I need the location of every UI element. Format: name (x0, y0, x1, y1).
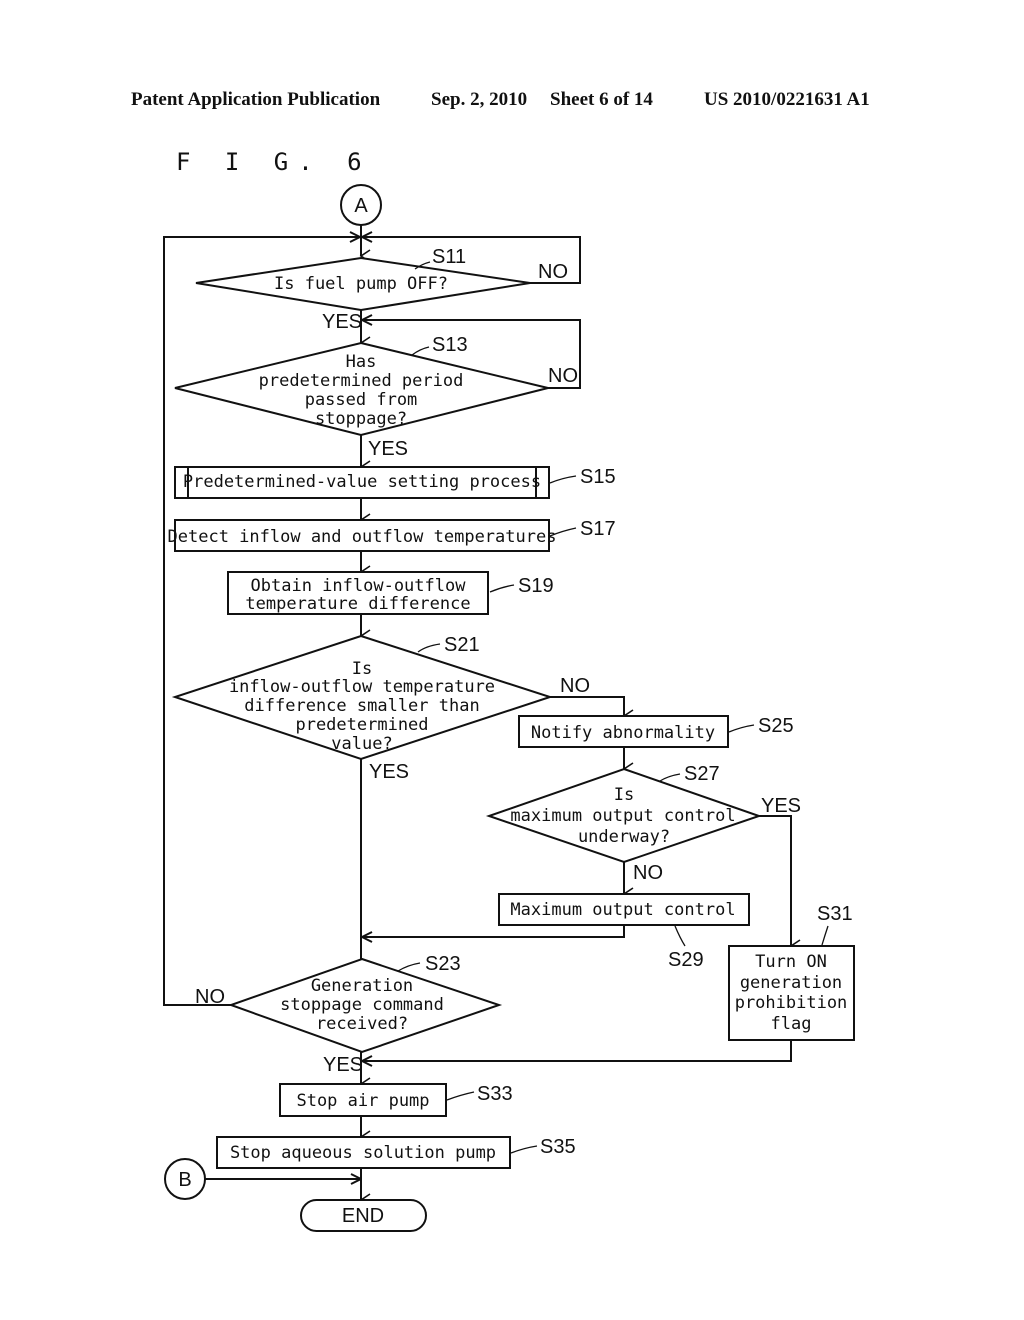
s29-id: S29 (668, 949, 704, 971)
s25-id: S25 (758, 715, 794, 737)
s19-text-line: temperature difference (245, 594, 470, 614)
s21-text-line: inflow-outflow temperature (229, 677, 495, 697)
s13-text-line: passed from (305, 390, 418, 410)
step-s23-decision: Generation stoppage command received? S2… (228, 953, 503, 1054)
s21-text-line: difference smaller than (244, 696, 479, 716)
step-s15-subprocess: Predetermined-value setting process S15 (174, 466, 616, 499)
s31-leader (821, 925, 829, 946)
s27-leader (659, 773, 681, 782)
s11-yes-label: YES (322, 311, 362, 333)
s27-no-label: NO (633, 862, 663, 884)
s19-id: S19 (518, 575, 554, 597)
s23-id: S23 (425, 953, 461, 975)
s33-id: S33 (477, 1083, 513, 1105)
s11-no-label: NO (538, 261, 568, 283)
s29-leader (674, 925, 686, 947)
s23-text-line: stoppage command (280, 995, 444, 1015)
s13-text-line: stoppage? (315, 409, 407, 429)
s11-id: S11 (432, 246, 466, 268)
step-s25-process: Notify abnormality S25 (518, 715, 794, 748)
s33-leader (446, 1091, 475, 1101)
step-s11-decision: Is fuel pump OFF? S11 (195, 246, 531, 312)
s21-leader (417, 643, 441, 653)
arrow-s31-to-main (362, 1040, 792, 1062)
s15-text: Predetermined-value setting process (183, 472, 541, 492)
s27-text-line: maximum output control (510, 806, 735, 826)
s13-leader (411, 346, 430, 356)
s21-text-line: predetermined (295, 715, 428, 735)
connector-b-label: B (178, 1169, 191, 1191)
s27-text-line: Is (614, 785, 634, 805)
s13-no-label: NO (548, 365, 578, 387)
s35-leader (510, 1145, 538, 1154)
s19-leader (489, 584, 515, 593)
s35-id: S35 (540, 1136, 576, 1158)
s31-text-line: generation (740, 973, 842, 993)
s31-text-line: flag (771, 1014, 812, 1034)
s21-yes-label: YES (369, 761, 409, 783)
step-s21-decision: Is inflow-outflow temperature difference… (171, 634, 554, 761)
s15-leader (549, 475, 577, 484)
step-s17-process: Detect inflow and outflow temperatures S… (168, 518, 616, 552)
s23-yes-label: YES (323, 1054, 363, 1076)
s25-text: Notify abnormality (531, 723, 715, 743)
step-s27-decision: Is maximum output control underway? S27 (485, 763, 763, 864)
step-s19-process: Obtain inflow-outflow temperature differ… (227, 571, 554, 615)
s33-text: Stop air pump (296, 1091, 429, 1111)
step-s35-process: Stop aqueous solution pump S35 (216, 1136, 576, 1169)
connector-a-label: A (354, 195, 368, 217)
s13-text-line: predetermined period (259, 371, 464, 391)
s35-text: Stop aqueous solution pump (230, 1143, 496, 1163)
s25-leader (728, 724, 755, 733)
s31-id: S31 (817, 903, 853, 925)
s27-yes-label: YES (761, 795, 801, 817)
connector-b: B (164, 1158, 206, 1200)
arrow-s27-yes-to-s31 (759, 815, 801, 953)
end-terminal-label: END (342, 1205, 384, 1227)
connector-a: A (340, 184, 382, 226)
step-s13-decision: Has predetermined period passed from sto… (174, 334, 549, 437)
s13-id: S13 (432, 334, 468, 356)
s23-text-line: received? (316, 1014, 408, 1034)
s21-text-line: Is (352, 659, 372, 679)
s31-text-line: prohibition (735, 993, 848, 1013)
arrow-s21-no-to-s25 (550, 696, 634, 723)
s21-no-label: NO (560, 675, 590, 697)
figure-label: F I G. 6 (176, 148, 372, 176)
s23-no-label: NO (195, 986, 225, 1008)
s23-text-line: Generation (311, 976, 413, 996)
s23-leader (397, 962, 421, 972)
s31-text-line: Turn ON (755, 952, 827, 972)
s27-text-line: underway? (578, 827, 670, 847)
step-s33-process: Stop air pump S33 (279, 1083, 513, 1117)
s27-id: S27 (684, 763, 720, 785)
s21-text-line: value? (331, 734, 392, 754)
s21-id: S21 (444, 634, 480, 656)
s29-text: Maximum output control (510, 900, 735, 920)
s15-id: S15 (580, 466, 616, 488)
end-terminal: END (300, 1199, 427, 1232)
s11-text: Is fuel pump OFF? (274, 274, 448, 294)
s17-id: S17 (580, 518, 616, 540)
s19-text-line: Obtain inflow-outflow (251, 576, 467, 596)
s13-text-line: Has (346, 352, 377, 372)
arrow-s29-to-main (362, 925, 625, 938)
flowchart: F I G. 6 A NO YES NO YES NO YES YES NO N… (163, 148, 855, 1232)
s17-text: Detect inflow and outflow temperatures (168, 527, 557, 547)
s13-yes-label: YES (368, 438, 408, 460)
